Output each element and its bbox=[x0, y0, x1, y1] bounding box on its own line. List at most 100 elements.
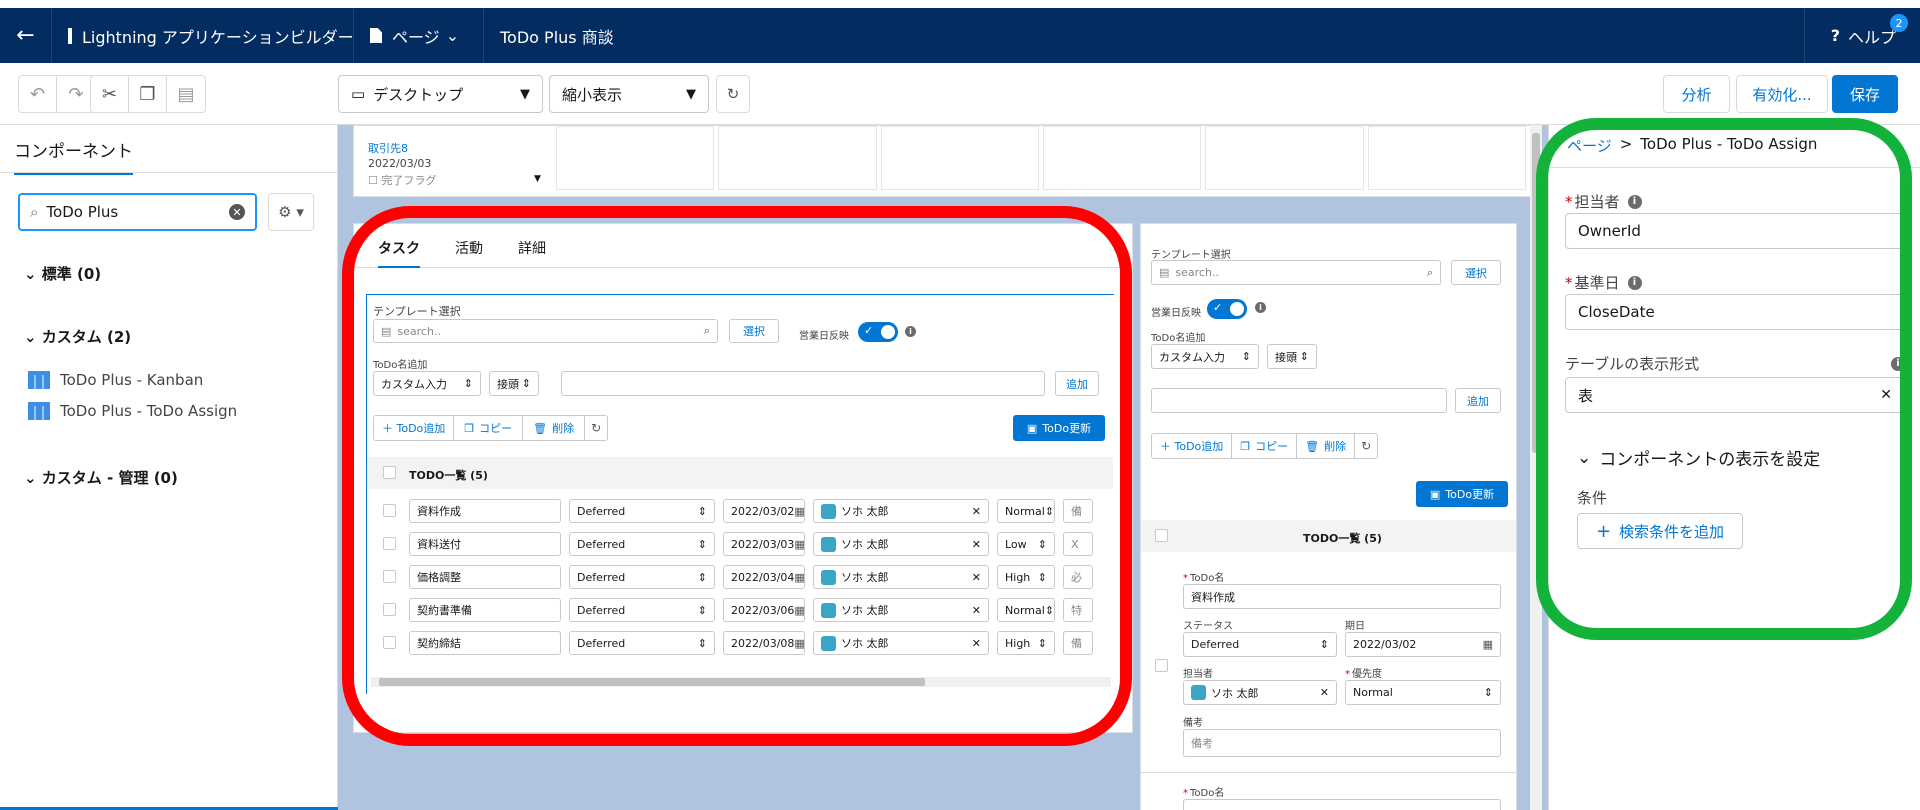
date-cell[interactable]: 2022/03/06 ▦ bbox=[723, 598, 805, 622]
add-todo-button[interactable]: ＋ ToDo追加 bbox=[374, 416, 455, 440]
clear-icon[interactable]: ✕ bbox=[1880, 387, 1892, 403]
owner-field[interactable]: ソホ 太郎 ✕ bbox=[1183, 680, 1337, 705]
owner-cell[interactable]: ソホ 太郎 ✕ bbox=[813, 499, 989, 523]
todo-name-cell[interactable]: 資料作成 bbox=[409, 499, 561, 523]
owner-cell[interactable]: ソホ 太郎 ✕ bbox=[813, 598, 989, 622]
save-button[interactable]: 保存 bbox=[1832, 75, 1898, 113]
todoname-field[interactable]: 資料作成 bbox=[1183, 584, 1501, 609]
select-all-checkbox[interactable] bbox=[383, 466, 396, 479]
caret-down-icon[interactable]: ▼ bbox=[534, 174, 541, 184]
table-format-input[interactable]: 表 ✕ bbox=[1565, 377, 1905, 413]
memo-cell[interactable]: X bbox=[1063, 532, 1093, 556]
priority-cell[interactable]: Normal ⇕ bbox=[997, 499, 1055, 523]
section-custom[interactable]: ⌄ カスタム (2) bbox=[24, 326, 131, 347]
close-icon[interactable]: ✕ bbox=[972, 505, 981, 518]
component-search-input[interactable]: ⌕ ToDo Plus ✕ bbox=[18, 193, 257, 231]
memo-cell[interactable]: 特 bbox=[1063, 598, 1093, 622]
settings-menu-button[interactable]: ⚙ ▾ bbox=[268, 193, 314, 231]
clear-icon[interactable]: ✕ bbox=[229, 204, 245, 220]
status-cell[interactable]: Deferred ⇕ bbox=[569, 598, 715, 622]
undo-icon[interactable]: ↶ bbox=[19, 76, 57, 112]
visibility-section-toggle[interactable]: ⌄ コンポーネントの表示を設定 bbox=[1577, 445, 1820, 471]
row-checkbox[interactable] bbox=[383, 603, 396, 616]
close-icon[interactable]: ✕ bbox=[972, 538, 981, 551]
status-cell[interactable]: Deferred ⇕ bbox=[569, 631, 715, 655]
todoname-input[interactable] bbox=[1151, 388, 1447, 413]
refresh-button[interactable]: ↻ bbox=[585, 416, 607, 440]
copy-icon[interactable]: ❐ bbox=[129, 76, 167, 112]
close-icon[interactable]: ✕ bbox=[972, 604, 981, 617]
activate-button[interactable]: 有効化... bbox=[1736, 75, 1828, 113]
priority-cell[interactable]: Low ⇕ bbox=[997, 532, 1055, 556]
todo-update-button[interactable]: ▣ ToDo更新 bbox=[1416, 481, 1508, 507]
todo-name-cell[interactable]: 資料送付 bbox=[409, 532, 561, 556]
date-cell[interactable]: 2022/03/04 ▦ bbox=[723, 565, 805, 589]
device-select[interactable]: ▭ デスクトップ ▼ bbox=[338, 75, 543, 113]
todo-name-cell[interactable]: 契約書準備 bbox=[409, 598, 561, 622]
owner-cell[interactable]: ソホ 太郎 ✕ bbox=[813, 532, 989, 556]
row-checkbox[interactable] bbox=[383, 636, 396, 649]
template-search-input[interactable]: ▤ search.. ⌕ bbox=[1151, 260, 1441, 285]
refresh-button[interactable]: ↻ bbox=[1355, 434, 1377, 458]
add-todo-button[interactable]: ＋ ToDo追加 bbox=[1152, 434, 1233, 458]
status-cell[interactable]: Deferred ⇕ bbox=[569, 532, 715, 556]
canvas-scrollbar-thumb[interactable] bbox=[1532, 133, 1540, 453]
app-title[interactable]: Lightning アプリケーションビルダー bbox=[52, 8, 354, 63]
priority-field[interactable]: Normal ⇕ bbox=[1345, 680, 1501, 705]
scrollbar-thumb[interactable] bbox=[379, 678, 925, 686]
todoname-input[interactable] bbox=[561, 371, 1045, 396]
memo-cell[interactable]: 備 bbox=[1063, 499, 1093, 523]
row-checkbox[interactable] bbox=[383, 570, 396, 583]
memo-field[interactable]: 備考 bbox=[1183, 729, 1501, 757]
help-button[interactable]: ? ヘルプ 2 bbox=[1803, 8, 1920, 63]
todo-assign-component[interactable]: テンプレート選択 ▤search..⌕ 選択 営業日反映 i ToDo名追加 カ… bbox=[366, 294, 1115, 695]
delete-button[interactable]: 🗑 削除 bbox=[1297, 434, 1356, 458]
tab-activity[interactable]: 活動 bbox=[455, 238, 483, 258]
horizontal-scrollbar[interactable] bbox=[371, 677, 1111, 687]
section-custom-managed[interactable]: ⌄ カスタム - 管理 (0) bbox=[24, 467, 178, 488]
todo-name-cell[interactable]: 価格調整 bbox=[409, 565, 561, 589]
breadcrumb-page-link[interactable]: ページ bbox=[1567, 135, 1612, 156]
row-checkbox[interactable] bbox=[383, 504, 396, 517]
add-button[interactable]: 追加 bbox=[1055, 371, 1099, 396]
priority-cell[interactable]: High ⇕ bbox=[997, 565, 1055, 589]
bizday-toggle[interactable] bbox=[1207, 299, 1247, 319]
owner-cell[interactable]: ソホ 太郎 ✕ bbox=[813, 565, 989, 589]
owner-cell[interactable]: ソホ 太郎 ✕ bbox=[813, 631, 989, 655]
paste-icon[interactable]: ▤ bbox=[167, 76, 205, 112]
todo-update-button[interactable]: ▣ ToDo更新 bbox=[1013, 415, 1105, 441]
view-select[interactable]: 縮小表示 ▼ bbox=[549, 75, 709, 113]
component-item-todo-assign[interactable]: ToDo Plus - ToDo Assign bbox=[28, 402, 237, 420]
close-icon[interactable]: ✕ bbox=[972, 637, 981, 650]
base-date-input[interactable]: CloseDate bbox=[1565, 294, 1905, 330]
status-field[interactable]: Deferred ⇕ bbox=[1183, 632, 1337, 657]
copy-button[interactable]: ❐ コピー bbox=[454, 416, 524, 440]
analyze-button[interactable]: 分析 bbox=[1663, 75, 1730, 113]
template-select-button[interactable]: 選択 bbox=[1451, 260, 1501, 285]
suffix-select[interactable]: 接頭 ⇕ bbox=[489, 371, 539, 396]
memo-cell[interactable]: 備 bbox=[1063, 631, 1093, 655]
refresh-button[interactable]: ↻ bbox=[716, 75, 750, 113]
status-cell[interactable]: Deferred ⇕ bbox=[569, 499, 715, 523]
tab-components[interactable]: コンポーネント bbox=[14, 137, 133, 175]
add-button[interactable]: 追加 bbox=[1455, 388, 1501, 413]
date-cell[interactable]: 2022/03/02 ▦ bbox=[723, 499, 805, 523]
date-field[interactable]: 2022/03/02 ▦ bbox=[1345, 632, 1501, 657]
row-checkbox[interactable] bbox=[383, 537, 396, 550]
highlights-card[interactable]: 取引先8 2022/03/03 ☐ 完了フラグ ▼ bbox=[353, 125, 1531, 197]
priority-cell[interactable]: High ⇕ bbox=[997, 631, 1055, 655]
back-button[interactable]: ← bbox=[0, 8, 52, 63]
section-standard[interactable]: ⌄ 標準 (0) bbox=[24, 263, 101, 284]
template-search-input[interactable]: ▤ search.. ⌕ bbox=[373, 319, 718, 343]
owner-input[interactable]: OwnerId bbox=[1565, 213, 1905, 249]
copy-button[interactable]: ❐ コピー bbox=[1232, 434, 1298, 458]
date-cell[interactable]: 2022/03/08 ▦ bbox=[723, 631, 805, 655]
related-account-link[interactable]: 取引先8 bbox=[368, 140, 408, 156]
select-all-checkbox[interactable] bbox=[1155, 529, 1168, 542]
todo-name-cell[interactable]: 契約締結 bbox=[409, 631, 561, 655]
tab-task[interactable]: タスク bbox=[378, 238, 420, 268]
custom-input-select[interactable]: カスタム入力 ⇕ bbox=[373, 371, 481, 396]
right-column-card[interactable]: テンプレート選択 ▤search..⌕ 選択 営業日反映 i ToDo名追加 カ… bbox=[1140, 223, 1517, 810]
template-select-button[interactable]: 選択 bbox=[729, 319, 779, 343]
memo-cell[interactable]: 必 bbox=[1063, 565, 1093, 589]
